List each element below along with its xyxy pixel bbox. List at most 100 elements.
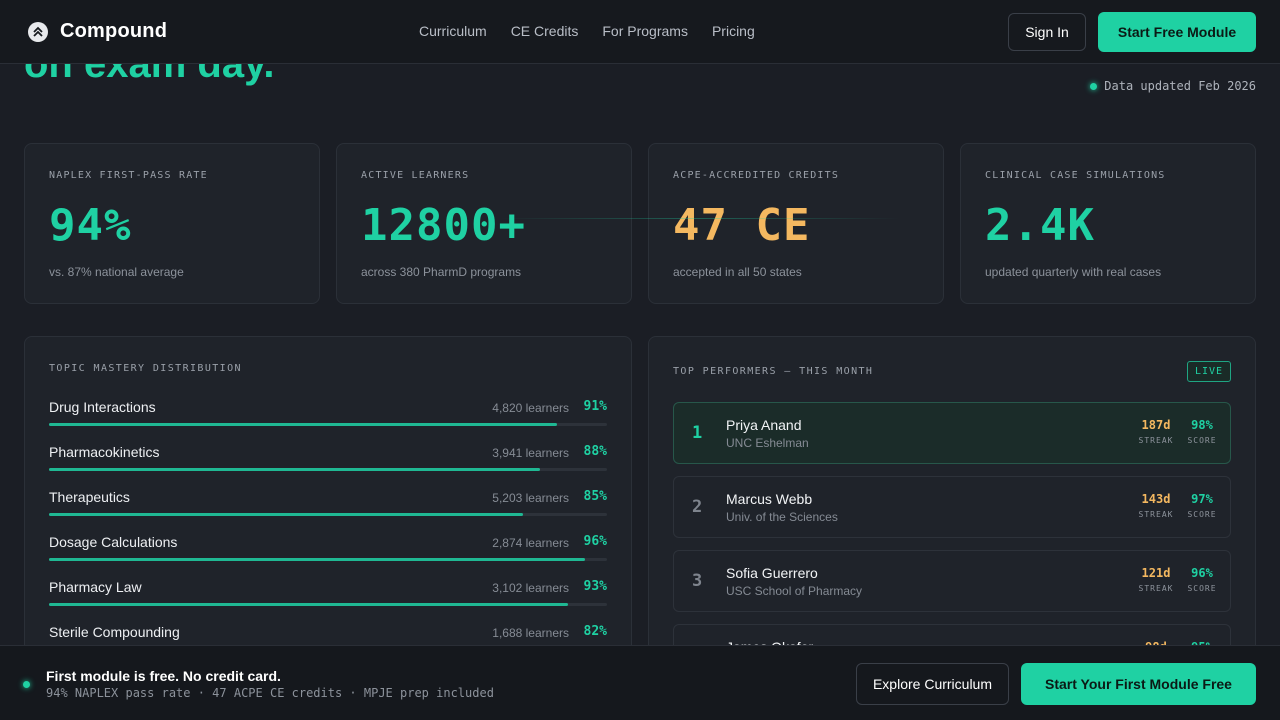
- stat-label: ACPE-ACCREDITED CREDITS: [673, 170, 840, 181]
- performer-streak: 143d STREAK: [1136, 492, 1176, 519]
- explore-curriculum-button[interactable]: Explore Curriculum: [856, 663, 1009, 705]
- topic-row: Therapeutics 5,203 learners 85%: [49, 489, 607, 534]
- topic-row: Pharmacy Law 3,102 learners 93%: [49, 579, 607, 624]
- stat-value: 94%: [49, 200, 132, 251]
- performer-row[interactable]: 2 Marcus Webb Univ. of the Sciences 143d…: [673, 476, 1231, 538]
- stat-label: CLINICAL CASE SIMULATIONS: [985, 170, 1166, 181]
- performer-row[interactable]: 1 Priya Anand UNC Eshelman 187d STREAK 9…: [673, 402, 1231, 464]
- stat-subtext: accepted in all 50 states: [673, 265, 802, 279]
- topic-percent: 88%: [583, 444, 607, 459]
- topic-learners: 5,203 learners: [492, 491, 569, 505]
- brand-name: Compound: [60, 20, 168, 42]
- topic-progress-track: [49, 468, 607, 471]
- topic-name: Therapeutics: [49, 489, 130, 505]
- stat-card-naplex: NAPLEX FIRST-PASS RATE 94% vs. 87% natio…: [24, 143, 320, 304]
- score-value: 97%: [1191, 492, 1213, 506]
- topic-progress-track: [49, 423, 607, 426]
- score-label: SCORE: [1187, 584, 1217, 593]
- panel-title: TOP PERFORMERS — THIS MONTH: [673, 366, 874, 377]
- performer-school: Univ. of the Sciences: [726, 510, 838, 524]
- stat-subtext: updated quarterly with real cases: [985, 265, 1162, 279]
- nav-link-ce-credits[interactable]: CE Credits: [511, 23, 579, 39]
- nav-link-curriculum[interactable]: Curriculum: [419, 23, 487, 39]
- topic-row: Pharmacokinetics 3,941 learners 88%: [49, 444, 607, 489]
- stat-card-learners: ACTIVE LEARNERS 12800+ across 380 PharmD…: [336, 143, 632, 304]
- topic-progress-fill: [49, 558, 585, 561]
- topic-name: Sterile Compounding: [49, 624, 180, 640]
- stat-card-simulations: CLINICAL CASE SIMULATIONS 2.4K updated q…: [960, 143, 1256, 304]
- performer-row[interactable]: 3 Sofia Guerrero USC School of Pharmacy …: [673, 550, 1231, 612]
- topic-percent: 82%: [583, 624, 607, 639]
- streak-label: STREAK: [1138, 510, 1174, 519]
- topic-learners: 3,941 learners: [492, 446, 569, 460]
- score-label: SCORE: [1187, 436, 1217, 445]
- cta-title: First module is free. No credit card.: [46, 668, 281, 684]
- topic-progress-fill: [49, 423, 557, 426]
- topic-progress-track: [49, 558, 607, 561]
- performer-score: 96% SCORE: [1186, 566, 1218, 593]
- topic-progress-track: [49, 513, 607, 516]
- brand[interactable]: Compound: [28, 20, 167, 43]
- stat-subtext: vs. 87% national average: [49, 265, 184, 279]
- topic-learners: 4,820 learners: [492, 401, 569, 415]
- nav-link-for-programs[interactable]: For Programs: [602, 23, 688, 39]
- decorative-glow-line: [500, 218, 900, 219]
- sign-in-button[interactable]: Sign In: [1008, 13, 1086, 51]
- data-updated-indicator: Data updated Feb 2026: [1090, 79, 1256, 93]
- performer-name: Sofia Guerrero: [726, 565, 818, 581]
- topic-learners: 2,874 learners: [492, 536, 569, 550]
- start-first-module-button[interactable]: Start Your First Module Free: [1021, 663, 1256, 705]
- topic-learners: 1,688 learners: [492, 626, 569, 640]
- topic-percent: 91%: [583, 399, 607, 414]
- stat-card-credits: ACPE-ACCREDITED CREDITS 47 CE accepted i…: [648, 143, 944, 304]
- status-dot-icon: [1090, 82, 1098, 90]
- performer-score: 98% SCORE: [1186, 418, 1218, 445]
- data-updated-text: Data updated Feb 2026: [1104, 79, 1256, 93]
- top-performers-panel: TOP PERFORMERS — THIS MONTH LIVE 1 Priya…: [648, 336, 1256, 686]
- topic-percent: 93%: [583, 579, 607, 594]
- stat-value: 2.4K: [985, 200, 1095, 251]
- streak-value: 143d: [1141, 492, 1171, 506]
- topic-mastery-panel: TOPIC MASTERY DISTRIBUTION Drug Interact…: [24, 336, 632, 676]
- nav-link-pricing[interactable]: Pricing: [712, 23, 755, 39]
- topic-name: Dosage Calculations: [49, 534, 178, 550]
- nav-links: Curriculum CE Credits For Programs Prici…: [419, 23, 755, 39]
- topic-progress-fill: [49, 468, 541, 471]
- topic-progress-fill: [49, 603, 568, 606]
- compound-logo-icon: [28, 21, 48, 42]
- start-free-module-button[interactable]: Start Free Module: [1098, 12, 1256, 52]
- panel-title: TOPIC MASTERY DISTRIBUTION: [49, 363, 242, 374]
- performer-rank: 2: [692, 497, 703, 517]
- stat-subtext: across 380 PharmD programs: [361, 265, 522, 279]
- streak-label: STREAK: [1138, 584, 1174, 593]
- stat-label: NAPLEX FIRST-PASS RATE: [49, 170, 208, 181]
- topic-row: Drug Interactions 4,820 learners 91%: [49, 399, 607, 444]
- live-badge: LIVE: [1187, 361, 1231, 382]
- performer-streak: 121d STREAK: [1136, 566, 1176, 593]
- performer-name: Marcus Webb: [726, 491, 813, 507]
- performer-school: USC School of Pharmacy: [726, 584, 863, 598]
- stat-label: ACTIVE LEARNERS: [361, 170, 470, 181]
- stat-value: 12800+: [361, 200, 526, 251]
- status-dot-icon: [23, 681, 30, 688]
- topic-row: Dosage Calculations 2,874 learners 96%: [49, 534, 607, 579]
- stat-value: 47 CE: [673, 200, 811, 251]
- performer-score: 97% SCORE: [1186, 492, 1218, 519]
- performer-streak: 187d STREAK: [1136, 418, 1176, 445]
- topic-name: Pharmacy Law: [49, 579, 142, 595]
- streak-value: 187d: [1141, 418, 1171, 432]
- topic-name: Drug Interactions: [49, 399, 156, 415]
- performer-rank: 3: [692, 571, 703, 591]
- topic-progress-track: [49, 603, 607, 606]
- topic-name: Pharmacokinetics: [49, 444, 160, 460]
- score-value: 96%: [1191, 566, 1213, 580]
- performer-rank: 1: [692, 423, 703, 443]
- score-label: SCORE: [1187, 510, 1217, 519]
- streak-value: 121d: [1141, 566, 1171, 580]
- bottom-cta-bar: First module is free. No credit card. 94…: [0, 645, 1280, 720]
- top-navigation: Compound Curriculum CE Credits For Progr…: [0, 0, 1280, 64]
- topic-percent: 85%: [583, 489, 607, 504]
- score-value: 98%: [1191, 418, 1213, 432]
- cta-subtext: 94% NAPLEX pass rate · 47 ACPE CE credit…: [46, 686, 494, 700]
- streak-label: STREAK: [1138, 436, 1174, 445]
